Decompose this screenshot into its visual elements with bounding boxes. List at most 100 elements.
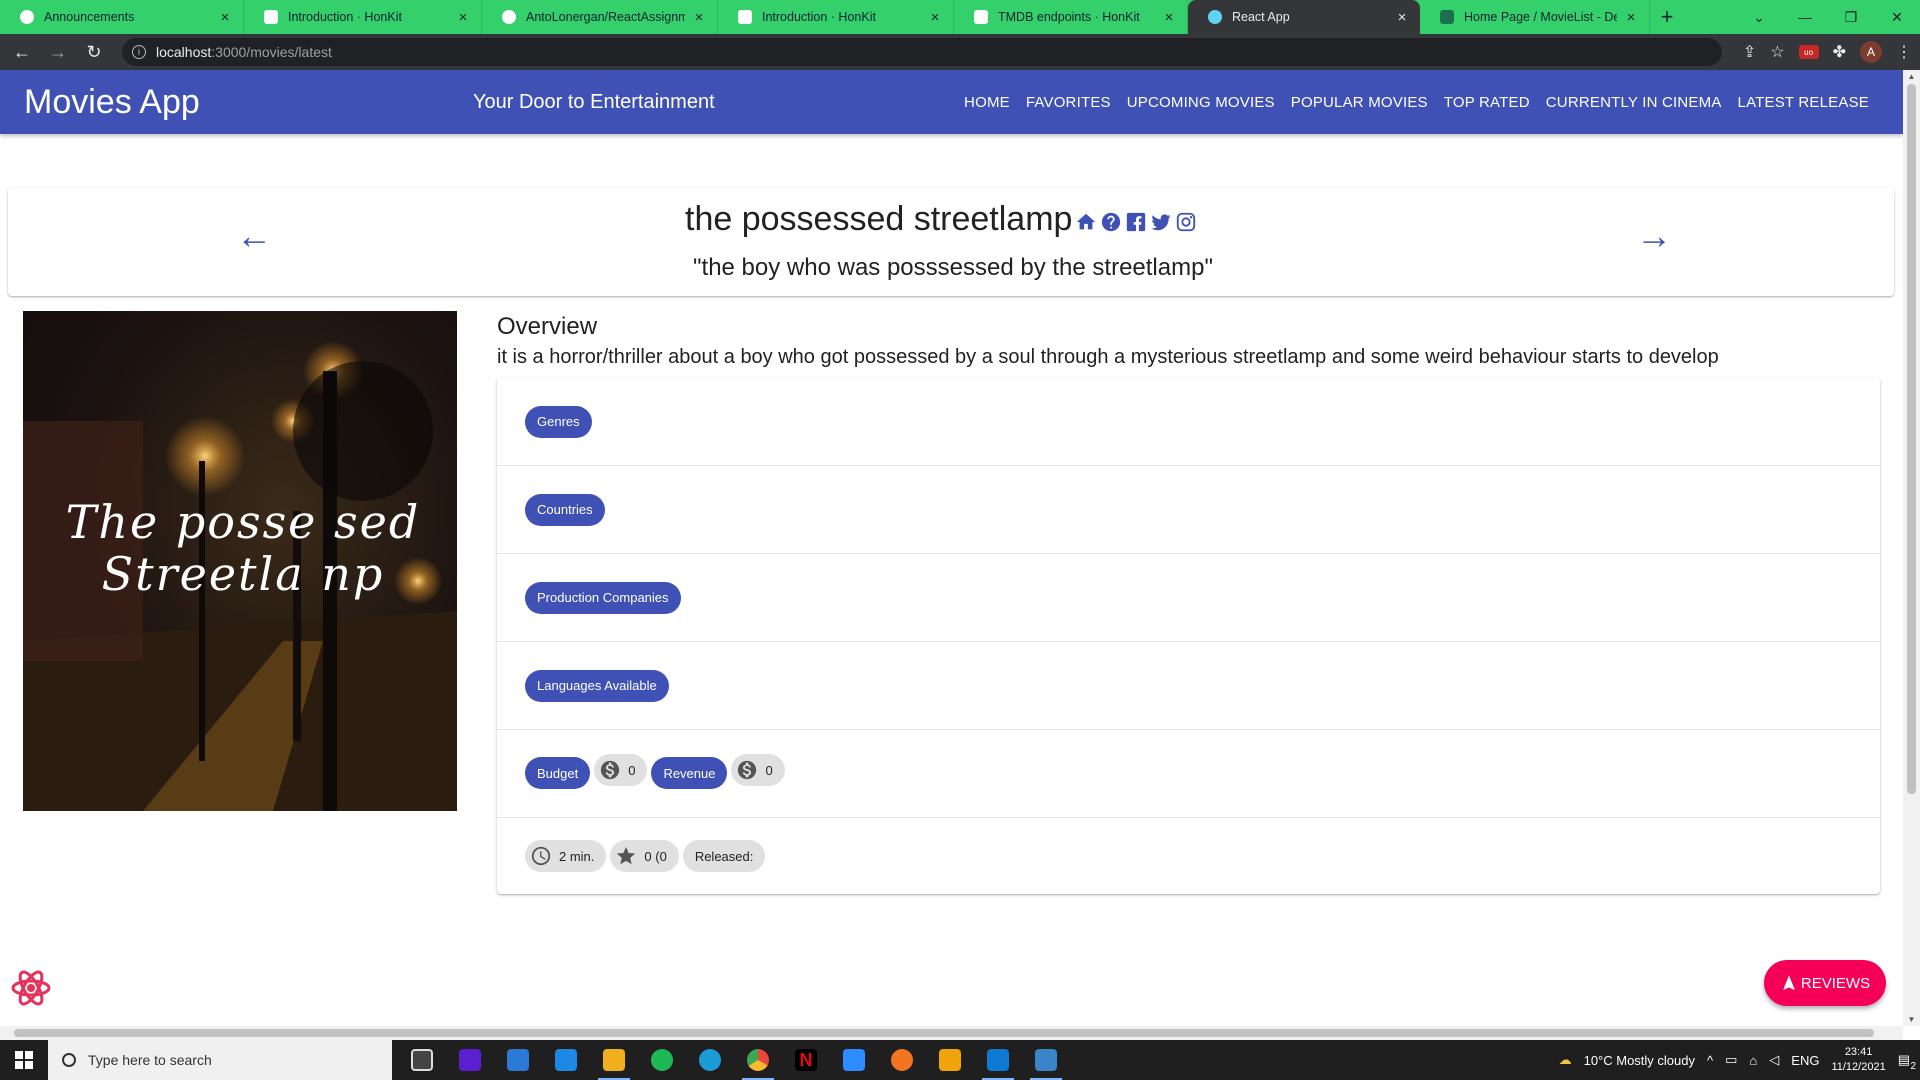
- bookmark-star-icon[interactable]: ☆: [1770, 42, 1784, 62]
- zoom-icon[interactable]: [830, 1040, 878, 1080]
- languages-row: Languages Available: [497, 642, 1880, 730]
- tab-close-icon[interactable]: ×: [1623, 9, 1639, 26]
- tab-title: AntoLonergan/ReactAssignment: [526, 10, 685, 24]
- weather-icon[interactable]: ☁: [1559, 1052, 1572, 1068]
- notifications-icon[interactable]: ▤ 2: [1898, 1052, 1916, 1072]
- vertical-scroll-thumb[interactable]: [1907, 84, 1916, 794]
- share-icon[interactable]: ⇪: [1743, 42, 1756, 62]
- extensions-puzzle-icon[interactable]: ✤: [1833, 42, 1846, 62]
- scroll-up-icon[interactable]: ▲: [1903, 72, 1920, 81]
- file-explorer-icon[interactable]: [590, 1040, 638, 1080]
- movie-details-panel: Genres Countries Production Companies La…: [497, 378, 1880, 894]
- nav-favorites[interactable]: FAVORITES: [1018, 88, 1119, 117]
- window-close-icon[interactable]: ✕: [1874, 0, 1920, 34]
- network-icon[interactable]: ⌂: [1749, 1053, 1757, 1068]
- windows-start-icon[interactable]: [0, 1040, 48, 1080]
- tab-close-icon[interactable]: ×: [455, 9, 471, 26]
- vscode-icon[interactable]: [974, 1040, 1022, 1080]
- site-header: Movies App Your Door to Entertainment HO…: [0, 70, 1903, 134]
- microsoft-store-icon[interactable]: [494, 1040, 542, 1080]
- nav-upcoming-movies[interactable]: UPCOMING MOVIES: [1119, 88, 1283, 117]
- purple-app-icon[interactable]: [446, 1040, 494, 1080]
- facebook-icon[interactable]: [1125, 211, 1147, 233]
- spotify-icon[interactable]: [638, 1040, 686, 1080]
- horizontal-scroll-thumb[interactable]: [14, 1029, 1874, 1037]
- window-controls: ⌄ — ❐ ✕: [1736, 0, 1920, 34]
- vertical-scrollbar[interactable]: ▲ ▼: [1903, 70, 1920, 1026]
- taskbar-clock[interactable]: 23:41 11/12/2021: [1831, 1045, 1885, 1075]
- tab-close-icon[interactable]: ×: [217, 9, 233, 26]
- countries-chip[interactable]: Countries: [525, 493, 605, 526]
- netflix-icon[interactable]: N: [782, 1040, 830, 1080]
- reviews-button[interactable]: REVIEWS: [1764, 960, 1886, 1006]
- clock-date: 11/12/2021: [1831, 1061, 1886, 1073]
- production-companies-chip[interactable]: Production Companies: [525, 581, 681, 614]
- crunchyroll-icon[interactable]: [878, 1040, 926, 1080]
- nav-top-rated[interactable]: TOP RATED: [1436, 88, 1538, 117]
- next-arrow-icon[interactable]: →: [1636, 218, 1672, 254]
- input-language[interactable]: ENG: [1791, 1053, 1819, 1068]
- countries-row: Countries: [497, 466, 1880, 554]
- budget-value-chip: 0: [594, 754, 648, 786]
- task-view-icon[interactable]: [398, 1040, 446, 1080]
- tab-tmdb-endpoints[interactable]: TMDB endpoints · HonKit ×: [954, 0, 1188, 34]
- tab-home-movielist[interactable]: Home Page / MovieList - Default ×: [1420, 0, 1650, 34]
- reload-icon[interactable]: ↻: [80, 38, 108, 66]
- tab-announcements[interactable]: Announcements ×: [0, 0, 244, 34]
- poster-title-text: The posse sed Streetla np: [63, 496, 423, 600]
- book-favicon-icon: [738, 10, 752, 24]
- tab-close-icon[interactable]: ×: [927, 9, 943, 26]
- clock-icon: [529, 844, 553, 868]
- site-info-icon[interactable]: i: [132, 45, 146, 59]
- taskbar-search[interactable]: Type here to search: [48, 1040, 392, 1080]
- menu-kebab-icon[interactable]: ⋮: [1896, 42, 1912, 62]
- tab-close-icon[interactable]: ×: [691, 9, 707, 26]
- restore-icon[interactable]: ❐: [1828, 0, 1874, 34]
- profile-avatar[interactable]: A: [1860, 41, 1882, 63]
- mail-icon[interactable]: [542, 1040, 590, 1080]
- previous-arrow-icon[interactable]: ←: [236, 218, 272, 254]
- twitter-icon[interactable]: [1150, 211, 1172, 233]
- react-devtools-logo-icon[interactable]: [10, 967, 52, 1009]
- tab-introduction-honkit[interactable]: Introduction · HonKit ×: [244, 0, 482, 34]
- search-icon: [62, 1053, 76, 1067]
- tab-search-icon[interactable]: ⌄: [1736, 0, 1782, 34]
- tab-react-app[interactable]: React App ×: [1188, 0, 1420, 34]
- revenue-chip[interactable]: Revenue: [651, 757, 728, 789]
- edge-icon[interactable]: [686, 1040, 734, 1080]
- minimize-icon[interactable]: —: [1782, 0, 1828, 34]
- back-icon[interactable]: ←: [8, 38, 36, 66]
- languages-chip[interactable]: Languages Available: [525, 669, 669, 702]
- address-bar[interactable]: i localhost:3000/movies/latest: [122, 38, 1722, 66]
- scroll-down-icon[interactable]: ▼: [1903, 1015, 1920, 1024]
- genres-chip[interactable]: Genres: [525, 405, 592, 438]
- new-tab-button[interactable]: +: [1650, 0, 1684, 34]
- tab-github-repo[interactable]: AntoLonergan/ReactAssignment ×: [482, 0, 718, 34]
- chrome-icon[interactable]: [734, 1040, 782, 1080]
- tray-app-icon[interactable]: ▭: [1725, 1052, 1737, 1068]
- nav-currently-in-cinema[interactable]: CURRENTLY IN CINEMA: [1538, 88, 1730, 117]
- dollar-icon: [598, 758, 622, 782]
- nav-home[interactable]: HOME: [956, 88, 1018, 117]
- ublock-extension-icon[interactable]: uo: [1798, 45, 1819, 59]
- tab-close-icon[interactable]: ×: [1394, 9, 1410, 26]
- notification-count: 2: [1910, 1061, 1916, 1072]
- volume-icon[interactable]: ◁: [1769, 1052, 1779, 1068]
- navigation-arrow-icon: [1783, 975, 1795, 990]
- horizontal-scrollbar[interactable]: [0, 1026, 1903, 1040]
- weather-text[interactable]: 10°C Mostly cloudy: [1584, 1053, 1695, 1068]
- home-icon[interactable]: [1075, 211, 1097, 233]
- taskbar-apps: N: [398, 1040, 1070, 1080]
- tray-expand-icon[interactable]: ^: [1707, 1053, 1713, 1068]
- nav-latest-release[interactable]: LATEST RELEASE: [1730, 88, 1877, 117]
- help-icon[interactable]: [1100, 211, 1122, 233]
- nav-popular-movies[interactable]: POPULAR MOVIES: [1283, 88, 1436, 117]
- instagram-icon[interactable]: [1175, 211, 1197, 233]
- tab-introduction-honkit-2[interactable]: Introduction · HonKit ×: [718, 0, 954, 34]
- forward-icon[interactable]: →: [44, 38, 72, 66]
- budget-chip[interactable]: Budget: [525, 757, 591, 789]
- photos-icon[interactable]: [1022, 1040, 1070, 1080]
- app-brand[interactable]: Movies App: [24, 83, 200, 122]
- tab-close-icon[interactable]: ×: [1161, 9, 1177, 26]
- office-icon[interactable]: [926, 1040, 974, 1080]
